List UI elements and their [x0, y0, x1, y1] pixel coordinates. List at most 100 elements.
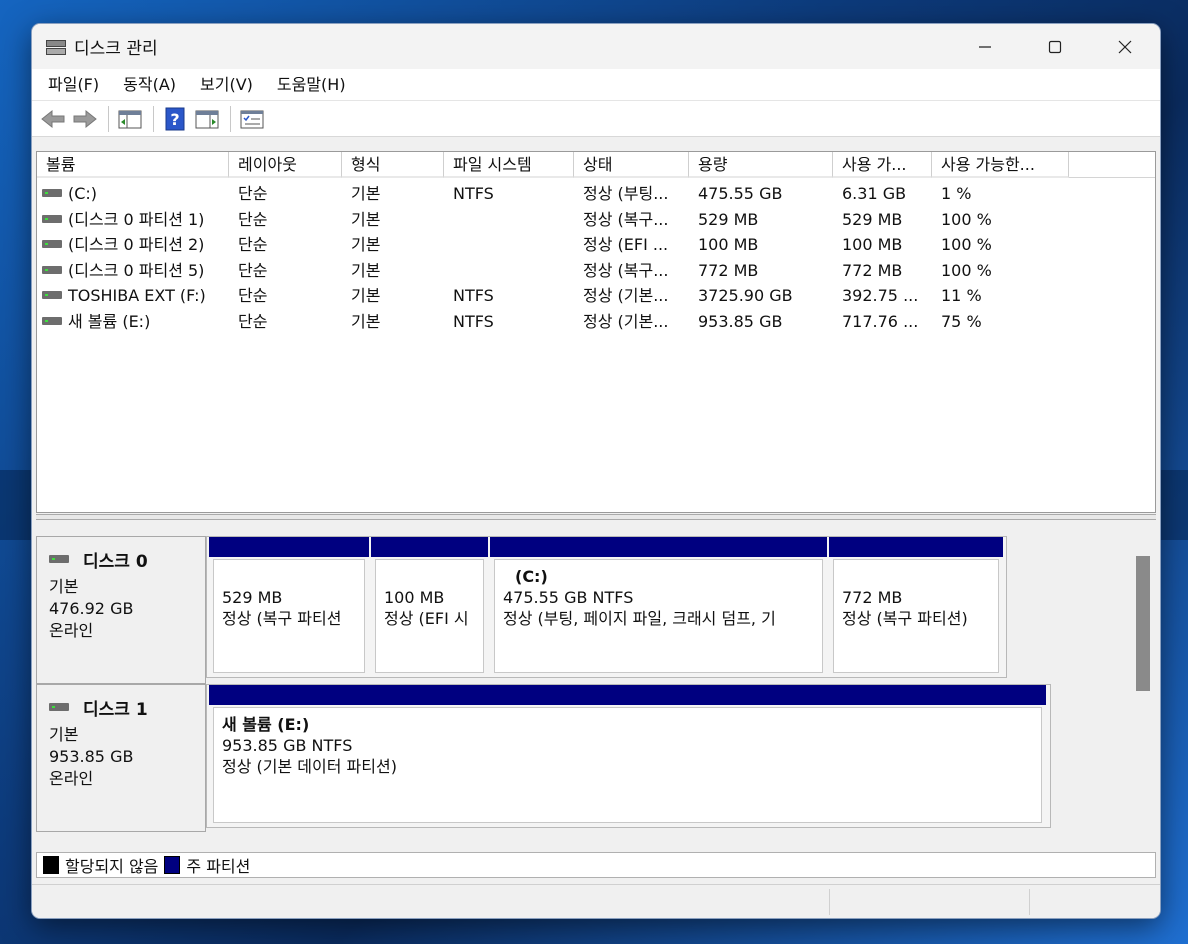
table-row[interactable]: 새 볼륨 (E:) 단순 기본 NTFS 정상 (기본... 953.85 GB 717.7… — [37, 309, 1155, 335]
show-hide-action-pane-button[interactable] — [192, 104, 222, 134]
table-row[interactable]: (디스크 0 파티션 5) 단순 기본 정상 (복구... 772 MB 772 MB 10… — [37, 258, 1155, 284]
cell-volume: (C:) — [37, 181, 229, 207]
minimize-button[interactable] — [950, 24, 1020, 69]
volume-icon — [42, 214, 62, 224]
menu-file[interactable]: 파일(F) — [36, 69, 111, 101]
minimize-icon — [979, 45, 991, 48]
column-status[interactable]: 상태 — [574, 152, 689, 178]
help-icon: ? — [165, 107, 185, 130]
cell-type: 기본 — [351, 184, 381, 203]
disk-1-name: 디스크 1 — [83, 700, 148, 720]
cell-file-system: NTFS — [453, 311, 494, 331]
partition-title — [384, 566, 475, 587]
partition-info: 새 볼륨 (E:) 953.85 GB NTFS 정상 (기본 데이터 파티션) — [213, 707, 1042, 823]
volume-name: (디스크 0 파티션 5) — [68, 260, 205, 280]
column-layout[interactable]: 레이아웃 — [229, 152, 342, 178]
volume-icon — [42, 316, 62, 326]
cell-status: 정상 (EFI ... — [583, 235, 669, 254]
cell-free-space: 6.31 GB — [842, 184, 907, 203]
partition-size: 475.55 GB NTFS — [503, 588, 634, 607]
table-row[interactable]: (C:) 단순 기본 NTFS 정상 (부팅... 475.55 GB 6.31 GB 1 % — [37, 181, 1155, 207]
partition-info: 100 MB 정상 (EFI 시 — [375, 559, 484, 673]
cell-type: 기본 — [351, 311, 381, 331]
volume-list-body: (C:) 단순 기본 NTFS 정상 (부팅... 475.55 GB 6.31 GB 1 %… — [37, 178, 1155, 334]
cell-percent-free: 1 % — [941, 184, 972, 203]
primary-partition-bar — [490, 537, 827, 557]
partition-status: 정상 (부팅, 페이지 파일, 크래시 덤프, 기 — [503, 609, 776, 628]
cell-free-space: 717.76 ... — [842, 311, 919, 331]
cell-volume: (디스크 0 파티션 2) — [37, 232, 229, 258]
unallocated-swatch — [43, 856, 59, 874]
menu-view[interactable]: 보기(V) — [188, 69, 265, 101]
column-free-space[interactable]: 사용 가... — [833, 152, 932, 178]
column-capacity[interactable]: 용량 — [689, 152, 833, 178]
primary-partition-bar — [209, 685, 1046, 705]
partition-disk0-1[interactable]: 529 MB 정상 (복구 파티션 — [209, 537, 369, 677]
table-row[interactable]: (디스크 0 파티션 2) 단순 기본 정상 (EFI ... 100 MB 100 MB… — [37, 232, 1155, 258]
disk-0-label[interactable]: 디스크 0 기본 476.92 GB 온라인 — [36, 536, 206, 684]
volume-name: 새 볼륨 (E:) — [68, 311, 151, 331]
partition-size: 953.85 GB NTFS — [222, 736, 353, 755]
disk-0-status: 온라인 — [49, 621, 94, 640]
cell-capacity: 772 MB — [698, 260, 759, 280]
volume-name: (디스크 0 파티션 2) — [68, 235, 205, 254]
show-hide-console-tree-button[interactable] — [115, 104, 145, 134]
partition-info: 772 MB 정상 (복구 파티션) — [833, 559, 999, 673]
cell-volume: (디스크 0 파티션 1) — [37, 207, 229, 233]
table-row[interactable]: TOSHIBA EXT (F:) 단순 기본 NTFS 정상 (기본... 3725.90… — [37, 283, 1155, 309]
help-button[interactable]: ? — [160, 104, 190, 134]
partition-e[interactable]: 새 볼륨 (E:) 953.85 GB NTFS 정상 (기본 데이터 파티션) — [209, 685, 1046, 827]
partition-disk0-2[interactable]: 100 MB 정상 (EFI 시 — [371, 537, 488, 677]
column-type[interactable]: 형식 — [342, 152, 444, 178]
cell-file-system — [444, 258, 574, 284]
column-percent-free[interactable]: 사용 가능한... — [932, 152, 1069, 178]
cell-status: 정상 (복구... — [583, 260, 669, 280]
cell-capacity: 953.85 GB — [698, 311, 783, 331]
disk-1-label[interactable]: 디스크 1 기본 953.85 GB 온라인 — [36, 684, 206, 832]
cell-free-space: 392.75 ... — [842, 286, 919, 305]
disk-graphical-view: 디스크 0 기본 476.92 GB 온라인 529 MB 정상 (복구 파티션… — [36, 524, 1156, 848]
forward-arrow-icon — [73, 109, 97, 128]
menu-bar: 파일(F) 동작(A) 보기(V) 도움말(H) — [32, 69, 1160, 101]
show-hide-console-tree-icon — [118, 110, 142, 128]
cell-type: 기본 — [351, 235, 381, 254]
volume-name: TOSHIBA EXT (F:) — [68, 286, 206, 305]
column-file-system[interactable]: 파일 시스템 — [444, 152, 574, 178]
volume-icon — [42, 265, 62, 275]
maximize-button[interactable] — [1020, 24, 1090, 69]
title-bar[interactable]: 디스크 관리 — [32, 24, 1160, 69]
partition-status: 정상 (복구 파티션) — [842, 609, 968, 628]
cell-layout: 단순 — [238, 286, 268, 305]
volume-list[interactable]: 볼륨 레이아웃 형식 파일 시스템 상태 용량 사용 가... 사용 가능한..… — [36, 151, 1156, 513]
properties-button[interactable] — [237, 104, 267, 134]
legend-unallocated: 할당되지 않음 — [65, 857, 159, 876]
cell-capacity: 529 MB — [698, 209, 759, 229]
back-button[interactable] — [38, 104, 68, 134]
status-bar — [32, 884, 1160, 918]
partition-title: 새 볼륨 (E:) — [222, 715, 310, 734]
cell-file-system — [444, 207, 574, 233]
partition-info: (C:) 475.55 GB NTFS 정상 (부팅, 페이지 파일, 크래시 … — [494, 559, 823, 673]
window-title: 디스크 관리 — [74, 39, 158, 59]
pane-splitter[interactable] — [36, 514, 1156, 520]
partition-disk0-5[interactable]: 772 MB 정상 (복구 파티션) — [829, 537, 1003, 677]
cell-status: 정상 (복구... — [583, 209, 669, 229]
cell-free-space: 529 MB — [842, 209, 903, 229]
close-button[interactable] — [1090, 24, 1160, 69]
forward-button[interactable] — [70, 104, 100, 134]
menu-help[interactable]: 도움말(H) — [265, 69, 358, 101]
volume-icon — [42, 189, 62, 198]
disk-1-partitions: 새 볼륨 (E:) 953.85 GB NTFS 정상 (기본 데이터 파티션) — [206, 684, 1051, 828]
menu-action[interactable]: 동작(A) — [111, 69, 188, 101]
cell-status: 정상 (기본... — [583, 311, 669, 331]
cell-capacity: 100 MB — [698, 235, 759, 254]
column-volume[interactable]: 볼륨 — [37, 152, 229, 178]
cell-status: 정상 (기본... — [583, 286, 669, 305]
disk-1-type: 기본 — [49, 725, 79, 744]
disk-view-scrollbar[interactable] — [1136, 556, 1150, 691]
cell-capacity: 475.55 GB — [698, 184, 783, 203]
partition-c[interactable]: (C:) 475.55 GB NTFS 정상 (부팅, 페이지 파일, 크래시 … — [490, 537, 827, 677]
table-row[interactable]: (디스크 0 파티션 1) 단순 기본 정상 (복구... 529 MB 529 MB 10… — [37, 207, 1155, 233]
disk-0-type: 기본 — [49, 577, 79, 596]
partition-size: 100 MB — [384, 588, 445, 607]
